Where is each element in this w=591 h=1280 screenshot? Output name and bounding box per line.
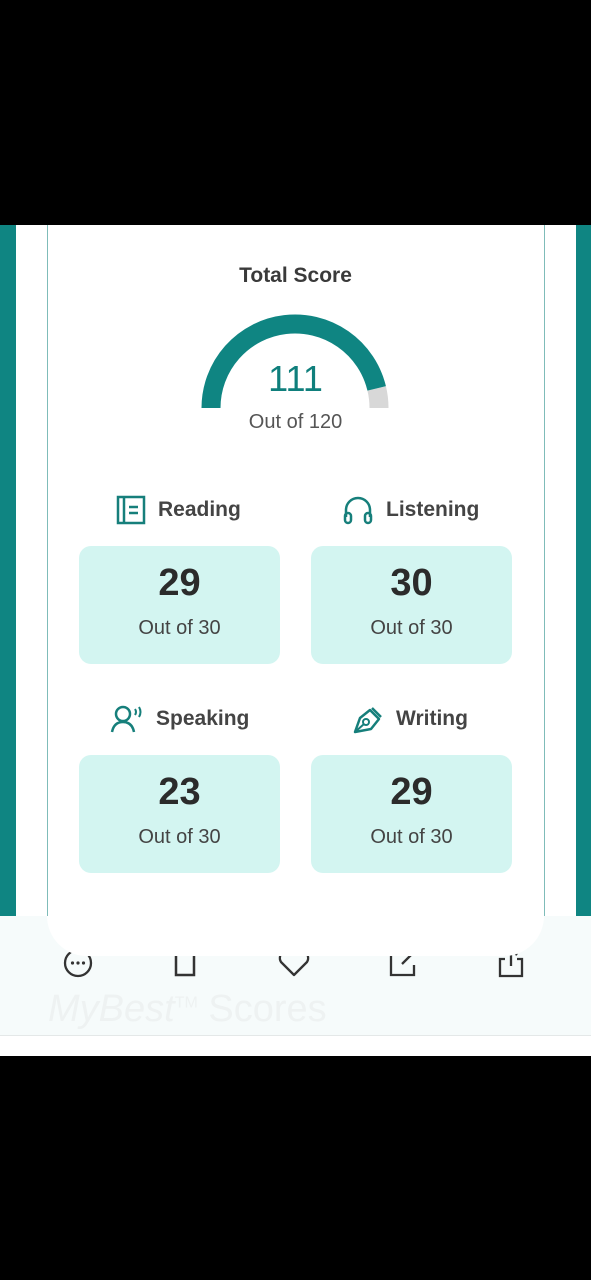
reading-score-box: 29 Out of 30 bbox=[79, 546, 280, 664]
pen-nib-icon bbox=[353, 707, 382, 734]
reading-score: 29 bbox=[158, 562, 201, 604]
score-card-bottom bbox=[47, 916, 544, 956]
writing-label: Writing bbox=[352, 704, 468, 734]
speaking-label: Speaking bbox=[110, 704, 249, 734]
writing-label-text: Writing bbox=[396, 707, 468, 730]
right-teal-border bbox=[576, 225, 591, 916]
mybest-scores-watermark: MyBestTM Scores bbox=[48, 988, 327, 1030]
book-icon bbox=[116, 495, 146, 525]
reading-out-of: Out of 30 bbox=[138, 617, 221, 639]
speaking-person-icon bbox=[110, 705, 142, 733]
total-score-value: 111 bbox=[268, 358, 323, 399]
listening-label-text: Listening bbox=[386, 498, 480, 521]
speaking-score-box: 23 Out of 30 bbox=[79, 755, 280, 873]
total-score-out-of: Out of 120 bbox=[248, 411, 343, 433]
writing-out-of: Out of 30 bbox=[370, 826, 453, 848]
reading-label-text: Reading bbox=[158, 498, 241, 521]
speaking-score: 23 bbox=[158, 771, 201, 813]
listening-score-box: 30 Out of 30 bbox=[311, 546, 512, 664]
left-teal-border bbox=[0, 225, 16, 916]
reading-label: Reading bbox=[116, 495, 241, 525]
listening-label: Listening bbox=[342, 495, 479, 525]
listening-score: 30 bbox=[390, 562, 433, 604]
bottom-bar bbox=[0, 1035, 591, 1056]
listening-out-of: Out of 30 bbox=[370, 617, 453, 639]
speaking-out-of: Out of 30 bbox=[138, 826, 221, 848]
writing-score-box: 29 Out of 30 bbox=[311, 755, 512, 873]
writing-score: 29 bbox=[390, 771, 433, 813]
screenshot-viewer: Total Score 111 Out of 120 Reading 29 Ou… bbox=[0, 225, 591, 1056]
speaking-label-text: Speaking bbox=[156, 707, 250, 730]
total-score-title: Total Score bbox=[239, 264, 352, 287]
headphones-icon bbox=[343, 496, 373, 525]
